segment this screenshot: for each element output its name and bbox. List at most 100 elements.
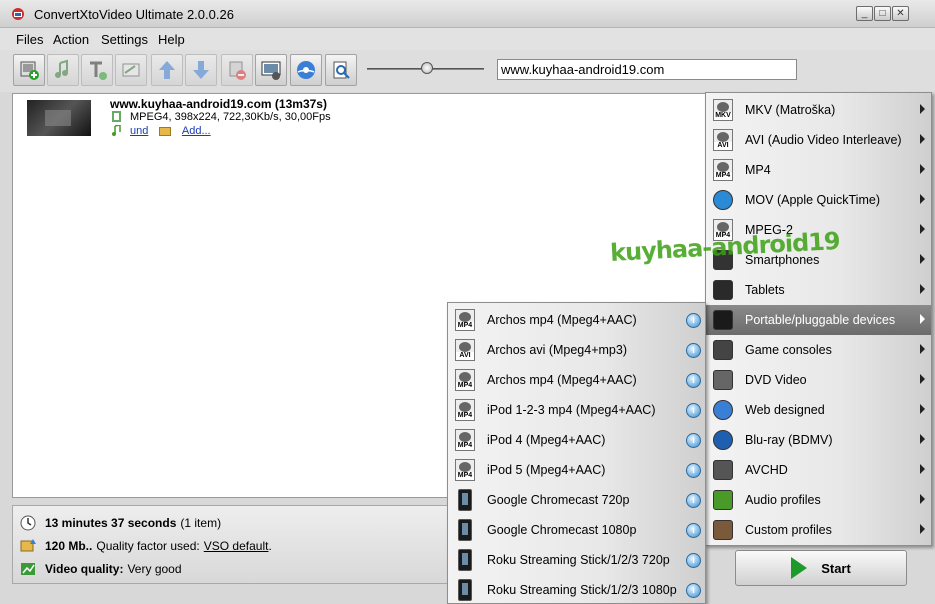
- format-menu-item[interactable]: AVCHD: [706, 455, 931, 485]
- info-icon[interactable]: i: [686, 523, 701, 538]
- device-profile-item[interactable]: MP4 Archos mp4 (Mpeg4+AAC) i: [448, 305, 705, 335]
- device-profile-item[interactable]: MP4 iPod 1-2-3 mp4 (Mpeg4+AAC) i: [448, 395, 705, 425]
- mkv-file-icon: MKV: [711, 98, 735, 122]
- format-menu-item[interactable]: MKV MKV (Matroška): [706, 95, 931, 125]
- move-down-button[interactable]: [185, 54, 217, 86]
- menu-help[interactable]: Help: [158, 32, 185, 47]
- edit-icon: [122, 63, 140, 77]
- title-bar: ConvertXtoVideo Ultimate 2.0.0.26 _ □ ✕: [0, 0, 935, 28]
- format-menu-item[interactable]: Tablets: [706, 275, 931, 305]
- duration-value: 13 minutes 37 seconds: [45, 516, 177, 530]
- device-profile-item-label: Archos mp4 (Mpeg4+AAC): [487, 313, 637, 327]
- menu-action[interactable]: Action: [53, 32, 89, 47]
- portable-device-icon: [711, 308, 735, 332]
- submenu-arrow-icon: [920, 374, 925, 384]
- format-menu-item-label: Blu-ray (BDMV): [745, 433, 833, 447]
- format-menu-item[interactable]: MP4 MPEG-2: [706, 215, 931, 245]
- app-icon: [12, 8, 24, 20]
- size-row: 120 Mb.. Quality factor used: VSO defaul…: [19, 535, 272, 557]
- info-icon[interactable]: i: [686, 493, 701, 508]
- music-note-icon: [112, 125, 121, 136]
- edit-button[interactable]: [115, 54, 147, 86]
- add-subtitle-link[interactable]: Add...: [182, 125, 211, 137]
- device-profile-item[interactable]: Google Chromecast 1080p i: [448, 515, 705, 545]
- info-icon[interactable]: i: [686, 553, 701, 568]
- person-icon: [711, 518, 735, 542]
- format-menu-item[interactable]: Audio profiles: [706, 485, 931, 515]
- avi-file-icon: AVI: [711, 128, 735, 152]
- device-profile-item-label: iPod 5 (Mpeg4+AAC): [487, 463, 606, 477]
- add-text-button[interactable]: [81, 54, 113, 86]
- info-icon[interactable]: i: [686, 343, 701, 358]
- close-button[interactable]: ✕: [892, 6, 909, 21]
- menu-settings[interactable]: Settings: [101, 32, 148, 47]
- device-icon: [453, 488, 477, 512]
- info-icon[interactable]: i: [686, 583, 701, 598]
- device-profile-item[interactable]: AVI Archos avi (Mpeg4+mp3) i: [448, 335, 705, 365]
- format-menu-item[interactable]: MP4 MP4: [706, 155, 931, 185]
- submenu-arrow-icon: [920, 284, 925, 294]
- remove-icon: [229, 61, 246, 80]
- format-menu-item[interactable]: Web designed: [706, 395, 931, 425]
- size-icon: [19, 537, 37, 555]
- device-profile-item[interactable]: Roku Streaming Stick/1/2/3 1080p i: [448, 575, 705, 604]
- avi-file-icon: AVI: [453, 338, 477, 362]
- video-quality-icon: [19, 560, 37, 578]
- submenu-arrow-icon: [920, 464, 925, 474]
- device-profile-item[interactable]: Roku Streaming Stick/1/2/3 720p i: [448, 545, 705, 575]
- device-profile-item-label: Archos avi (Mpeg4+mp3): [487, 343, 627, 357]
- device-profile-item[interactable]: Google Chromecast 720p i: [448, 485, 705, 515]
- submenu-arrow-icon: [920, 194, 925, 204]
- duration-row: 13 minutes 37 seconds (1 item): [19, 512, 221, 534]
- size-value: 120 Mb..: [45, 539, 93, 553]
- zoom-button[interactable]: [325, 54, 357, 86]
- submenu-arrow-icon: [920, 134, 925, 144]
- maximize-button[interactable]: □: [874, 6, 891, 21]
- portable-devices-submenu: MP4 Archos mp4 (Mpeg4+AAC) i AVI Archos avi …: [447, 302, 706, 604]
- audio-track-link[interactable]: und: [130, 125, 148, 137]
- preview-icon: [261, 61, 281, 80]
- move-up-button[interactable]: [151, 54, 183, 86]
- format-menu-item-label: AVCHD: [745, 463, 788, 477]
- move-up-icon: [159, 61, 175, 79]
- vso-default-link[interactable]: VSO default: [204, 539, 269, 553]
- add-file-button[interactable]: [13, 54, 45, 86]
- format-menu-item-label: Web designed: [745, 403, 825, 417]
- format-menu-item[interactable]: Game consoles: [706, 335, 931, 365]
- video-quality-label: Video quality:: [45, 562, 124, 576]
- burn-disc-button[interactable]: [290, 54, 322, 86]
- info-icon[interactable]: i: [686, 433, 701, 448]
- info-icon[interactable]: i: [686, 313, 701, 328]
- device-profile-item[interactable]: MP4 iPod 4 (Mpeg4+AAC) i: [448, 425, 705, 455]
- format-menu-item[interactable]: Portable/pluggable devices: [706, 305, 931, 335]
- info-icon[interactable]: i: [686, 373, 701, 388]
- status-panel: 13 minutes 37 seconds (1 item) 120 Mb.. …: [12, 505, 452, 584]
- format-menu-item[interactable]: Blu-ray (BDMV): [706, 425, 931, 455]
- device-profile-item[interactable]: MP4 Archos mp4 (Mpeg4+AAC) i: [448, 365, 705, 395]
- output-name-input[interactable]: www.kuyhaa-android19.com: [497, 59, 797, 80]
- format-menu-item[interactable]: DVD Video: [706, 365, 931, 395]
- quicktime-icon: [711, 188, 735, 212]
- format-menu-item[interactable]: Custom profiles: [706, 515, 931, 545]
- format-menu-item[interactable]: Smartphones: [706, 245, 931, 275]
- format-menu-item-label: Tablets: [745, 283, 785, 297]
- quality-slider-handle[interactable]: [421, 62, 433, 74]
- submenu-arrow-icon: [920, 254, 925, 264]
- preview-button[interactable]: [255, 54, 287, 86]
- device-profile-item-label: Google Chromecast 1080p: [487, 523, 637, 537]
- device-profile-item[interactable]: MP4 iPod 5 (Mpeg4+AAC) i: [448, 455, 705, 485]
- info-icon[interactable]: i: [686, 463, 701, 478]
- format-menu-item[interactable]: MOV (Apple QuickTime): [706, 185, 931, 215]
- format-menu-item[interactable]: AVI AVI (Audio Video Interleave): [706, 125, 931, 155]
- submenu-arrow-icon: [920, 404, 925, 414]
- minimize-button[interactable]: _: [856, 6, 873, 21]
- start-button[interactable]: Start: [735, 550, 907, 586]
- add-file-icon: [20, 61, 39, 80]
- mp4-file-icon: MP4: [453, 368, 477, 392]
- submenu-arrow-icon: [920, 224, 925, 234]
- add-audio-button[interactable]: [47, 54, 79, 86]
- submenu-arrow-icon: [920, 434, 925, 444]
- menu-files[interactable]: Files: [16, 32, 43, 47]
- info-icon[interactable]: i: [686, 403, 701, 418]
- remove-button[interactable]: [221, 54, 253, 86]
